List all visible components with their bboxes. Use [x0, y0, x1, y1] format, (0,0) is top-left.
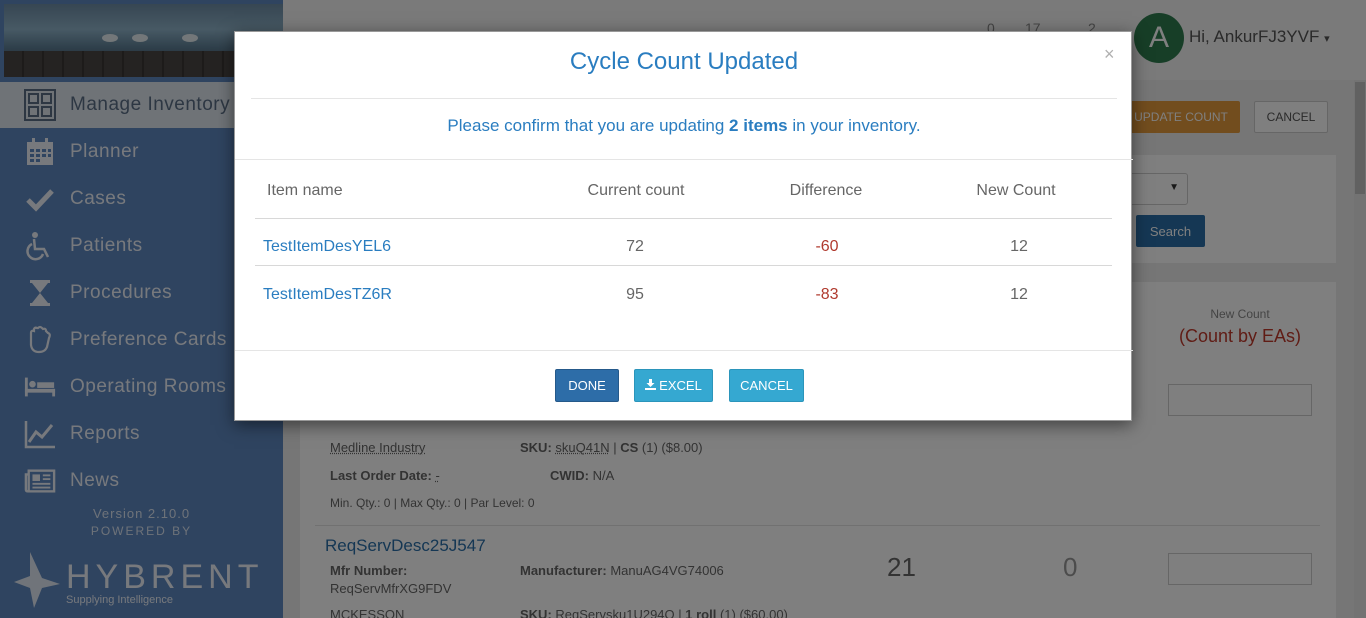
confirm-message: Please confirm that you are updating 2 i…	[235, 116, 1133, 136]
divider	[251, 98, 1117, 99]
message-suffix: in your inventory.	[792, 116, 921, 135]
divider	[235, 159, 1133, 160]
column-header-difference: Difference	[789, 182, 863, 199]
divider	[235, 350, 1133, 351]
new-count-cell: 12	[1010, 286, 1028, 303]
download-icon	[645, 378, 657, 393]
message-count: 2 items	[729, 116, 788, 135]
excel-button-label: EXCEL	[659, 378, 702, 393]
column-header-current-count: Current count	[587, 182, 685, 199]
difference-cell: -60	[815, 238, 839, 255]
column-header-new-count: New Count	[976, 182, 1056, 199]
cancel-button[interactable]: CANCEL	[729, 369, 804, 402]
table-header-rule	[255, 218, 1112, 219]
current-count-cell: 95	[626, 286, 644, 303]
current-count-cell: 72	[626, 238, 644, 255]
item-name-link[interactable]: TestItemDesYEL6	[263, 238, 391, 256]
message-prefix: Please confirm that you are updating	[447, 116, 725, 135]
item-name-link[interactable]: TestItemDesTZ6R	[263, 286, 392, 304]
close-icon[interactable]: ×	[1104, 44, 1115, 65]
modal-title: Cycle Count Updated	[569, 48, 799, 75]
table-row-rule	[255, 265, 1112, 266]
done-button[interactable]: DONE	[555, 369, 619, 402]
new-count-cell: 12	[1010, 238, 1028, 255]
difference-cell: -83	[815, 286, 839, 303]
cycle-count-modal: Cycle Count Updated × Please confirm tha…	[234, 31, 1133, 421]
excel-button[interactable]: EXCEL	[634, 369, 713, 402]
column-header-item-name: Item name	[267, 182, 343, 199]
